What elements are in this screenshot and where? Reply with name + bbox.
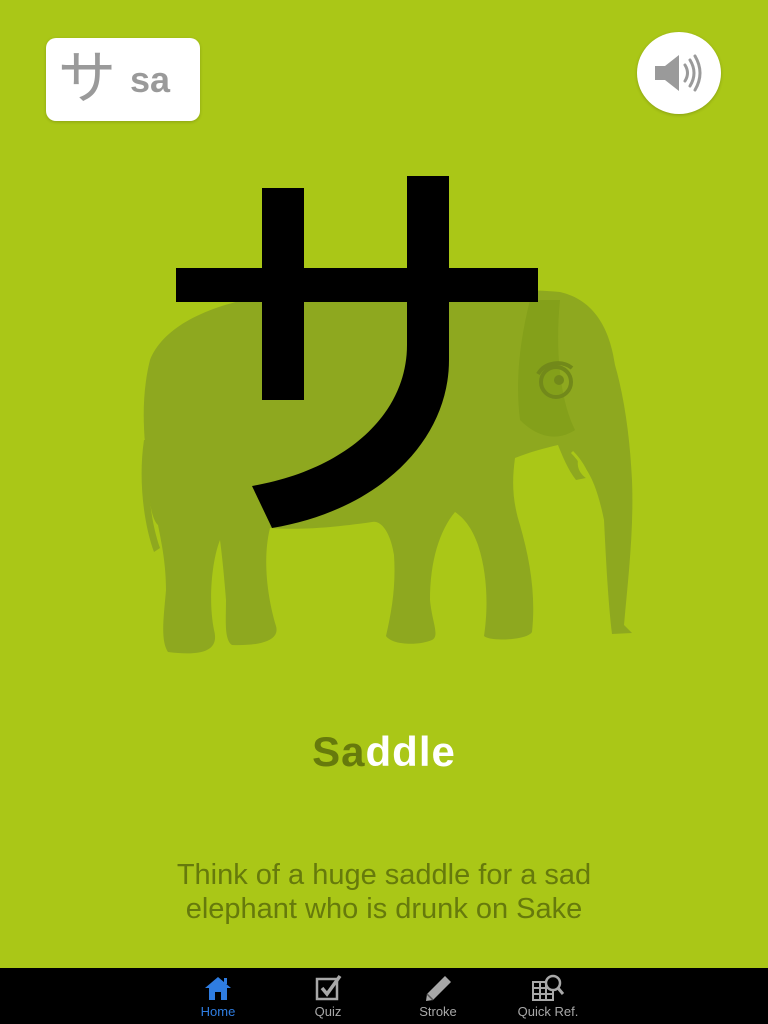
mnemonic-description-line-1: Think of a huge saddle for a sad — [176, 859, 592, 891]
mnemonic-word-highlight: Sa — [312, 728, 366, 775]
tab-quiz[interactable]: Quiz — [283, 968, 373, 1024]
checkbox-icon — [315, 974, 342, 1001]
pencil-icon — [426, 976, 451, 1001]
mnemonic-description-line-2: elephant who is drunk on Sake — [185, 893, 583, 925]
tab-stroke[interactable]: Stroke — [393, 968, 483, 1024]
home-icon — [205, 977, 231, 1000]
tab-quiz-label: Quiz — [314, 1004, 342, 1019]
mnemonic-word-rest: ddle — [365, 728, 456, 775]
tab-home-label: Home — [200, 1004, 236, 1019]
mnemonic-illustration — [141, 176, 633, 654]
mnemonic-word: Saddle — [0, 728, 768, 776]
tab-quick-ref-label: Quick Ref. — [517, 1004, 579, 1019]
tab-quick-ref[interactable]: Quick Ref. — [503, 968, 593, 1024]
tab-stroke-label: Stroke — [419, 1004, 457, 1019]
tab-home[interactable]: Home — [173, 968, 263, 1024]
grid-search-icon — [532, 974, 565, 1001]
tab-bar: Home Quiz Stroke Quick Ref. — [0, 968, 768, 1024]
mnemonic-description: Think of a huge saddle for a sad elephan… — [0, 858, 768, 926]
